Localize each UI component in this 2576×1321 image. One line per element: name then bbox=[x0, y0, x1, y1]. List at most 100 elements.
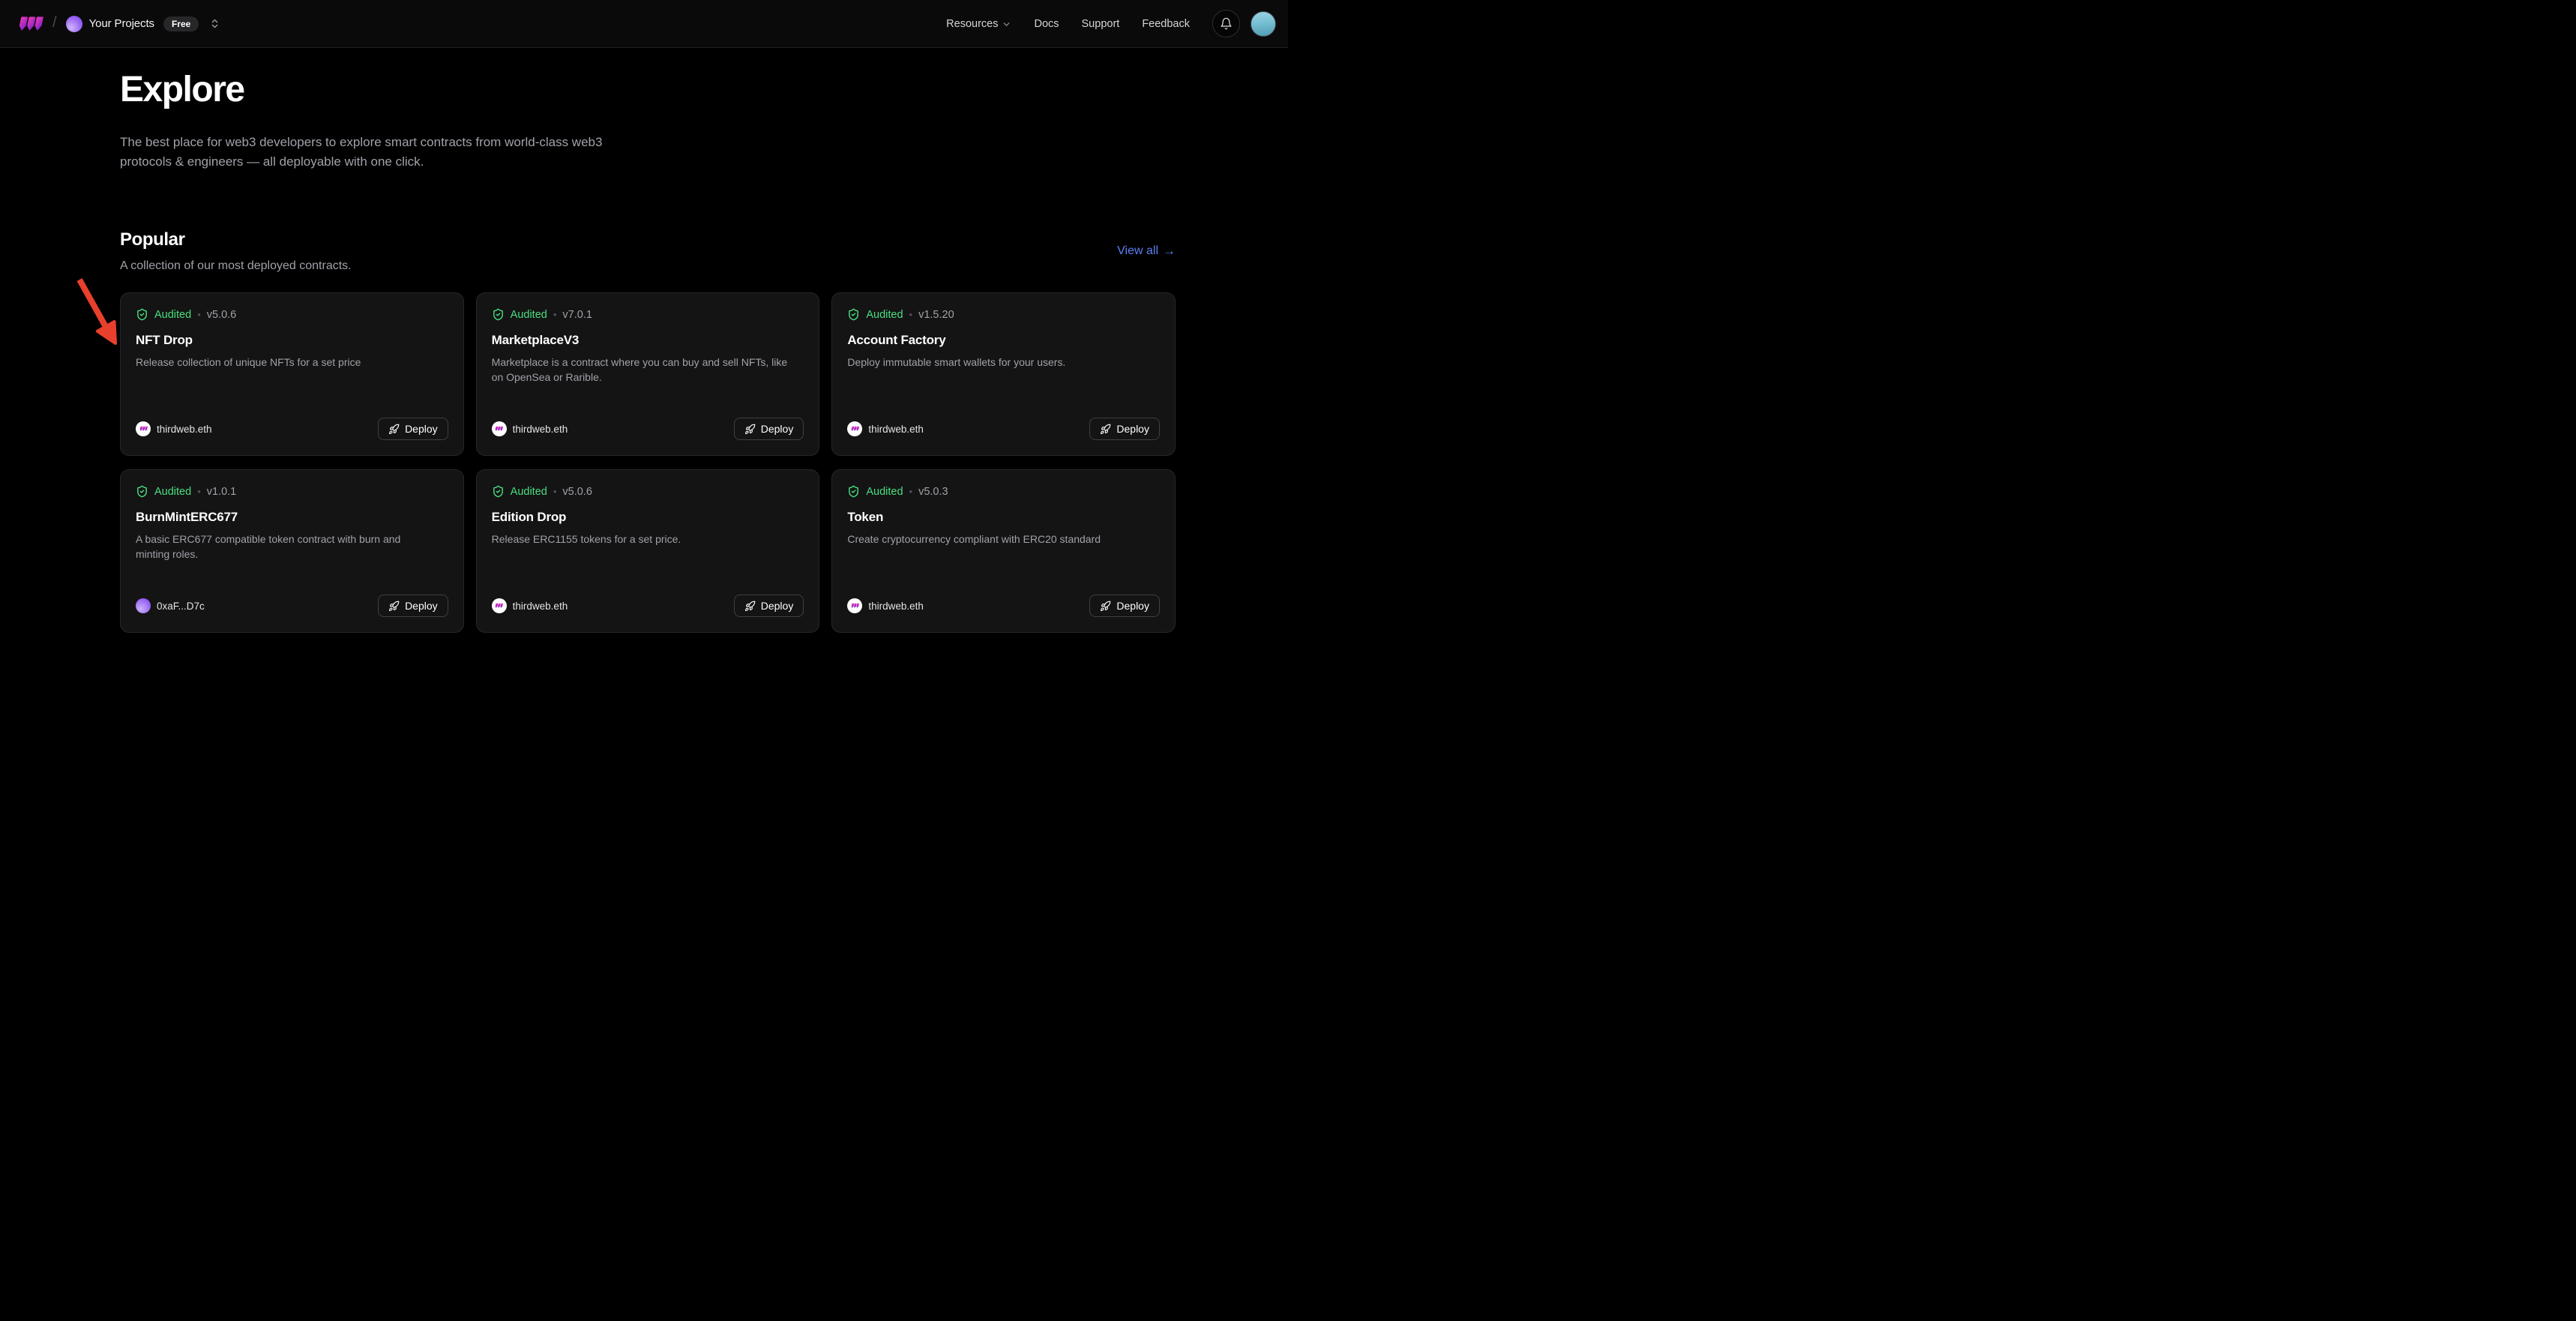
chevrons-up-down-icon bbox=[209, 18, 220, 29]
shield-check-icon bbox=[847, 485, 860, 498]
contract-description: Create cryptocurrency compliant with ERC… bbox=[847, 532, 1147, 547]
publisher-name: thirdweb.eth bbox=[868, 601, 924, 612]
account-avatar[interactable] bbox=[1251, 11, 1276, 37]
thirdweb-mini-logo-icon bbox=[851, 603, 859, 609]
contract-card[interactable]: Audited • v1.5.20 Account Factory Deploy… bbox=[831, 292, 1176, 456]
nav-link-label: Resources bbox=[946, 18, 998, 30]
nav-link-support[interactable]: Support bbox=[1082, 18, 1120, 30]
project-selector[interactable]: Your Projects bbox=[66, 16, 154, 32]
contract-title: BurnMintERC677 bbox=[136, 510, 448, 525]
project-switcher-button[interactable] bbox=[209, 18, 220, 29]
thirdweb-logo-icon bbox=[18, 16, 43, 32]
project-avatar bbox=[66, 16, 82, 32]
section-subtitle: A collection of our most deployed contra… bbox=[120, 259, 352, 273]
rocket-icon bbox=[388, 601, 400, 612]
contract-version: v5.0.3 bbox=[918, 486, 948, 498]
shield-check-icon bbox=[492, 485, 505, 498]
deploy-button[interactable]: Deploy bbox=[378, 595, 448, 617]
popular-section-header: Popular A collection of our most deploye… bbox=[120, 229, 1176, 273]
thirdweb-mini-logo-icon bbox=[495, 426, 503, 432]
rocket-icon bbox=[744, 424, 756, 435]
publisher-link[interactable]: thirdweb.eth bbox=[492, 421, 568, 436]
audited-badge: Audited bbox=[511, 486, 547, 498]
dot-separator: • bbox=[197, 486, 201, 497]
contract-title: Edition Drop bbox=[492, 510, 804, 525]
shield-check-icon bbox=[136, 308, 148, 321]
rocket-icon bbox=[388, 424, 400, 435]
nav-link-docs[interactable]: Docs bbox=[1034, 18, 1059, 30]
contract-description: A basic ERC677 compatible token contract… bbox=[136, 532, 436, 562]
contract-card[interactable]: Audited • v5.0.6 Edition Drop Release ER… bbox=[476, 469, 820, 633]
contract-title: Token bbox=[847, 510, 1160, 525]
publisher-name: 0xaF...D7c bbox=[157, 601, 205, 612]
publisher-name: thirdweb.eth bbox=[513, 424, 568, 435]
page-subtitle: The best place for web3 developers to ex… bbox=[120, 133, 641, 171]
publisher-link[interactable]: thirdweb.eth bbox=[847, 598, 924, 613]
top-nav: / Your Projects Free ResourcesDocsSuppor… bbox=[0, 0, 1288, 48]
deploy-button[interactable]: Deploy bbox=[1089, 595, 1160, 617]
publisher-avatar bbox=[847, 598, 862, 613]
shield-check-icon bbox=[492, 308, 505, 321]
shield-check-icon bbox=[136, 485, 148, 498]
deploy-label: Deploy bbox=[1116, 423, 1149, 435]
audited-badge: Audited bbox=[866, 486, 903, 498]
audited-badge: Audited bbox=[154, 486, 191, 498]
publisher-name: thirdweb.eth bbox=[513, 601, 568, 612]
publisher-avatar bbox=[492, 598, 507, 613]
nav-link-resources[interactable]: Resources bbox=[946, 18, 1011, 30]
page-title: Explore bbox=[120, 69, 1176, 110]
contract-version: v5.0.6 bbox=[207, 309, 237, 321]
publisher-link[interactable]: thirdweb.eth bbox=[847, 421, 924, 436]
nav-link-feedback[interactable]: Feedback bbox=[1142, 18, 1190, 30]
rocket-icon bbox=[1100, 601, 1111, 612]
chevron-down-icon bbox=[1002, 19, 1011, 29]
publisher-link[interactable]: 0xaF...D7c bbox=[136, 598, 205, 613]
contract-version: v1.0.1 bbox=[207, 486, 237, 498]
deploy-label: Deploy bbox=[405, 423, 438, 435]
audited-badge: Audited bbox=[511, 309, 547, 321]
contract-title: Account Factory bbox=[847, 333, 1160, 348]
deploy-button[interactable]: Deploy bbox=[378, 418, 448, 440]
dot-separator: • bbox=[909, 486, 913, 497]
publisher-link[interactable]: thirdweb.eth bbox=[136, 421, 212, 436]
contracts-grid: Audited • v5.0.6 NFT Drop Release collec… bbox=[120, 292, 1176, 633]
plan-badge: Free bbox=[163, 16, 199, 31]
contract-version: v7.0.1 bbox=[562, 309, 592, 321]
deploy-label: Deploy bbox=[1116, 600, 1149, 612]
nav-link-label: Docs bbox=[1034, 18, 1059, 30]
nav-link-label: Support bbox=[1082, 18, 1120, 30]
section-title: Popular bbox=[120, 229, 352, 250]
view-all-link[interactable]: View all → bbox=[1117, 244, 1176, 259]
contract-version: v1.5.20 bbox=[918, 309, 954, 321]
contract-description: Marketplace is a contract where you can … bbox=[492, 355, 792, 385]
rocket-icon bbox=[744, 601, 756, 612]
contract-card[interactable]: Audited • v5.0.3 Token Create cryptocurr… bbox=[831, 469, 1176, 633]
publisher-avatar bbox=[847, 421, 862, 436]
deploy-button[interactable]: Deploy bbox=[1089, 418, 1160, 440]
deploy-button[interactable]: Deploy bbox=[734, 418, 804, 440]
contract-description: Release ERC1155 tokens for a set price. bbox=[492, 532, 792, 547]
contract-card[interactable]: Audited • v1.0.1 BurnMintERC677 A basic … bbox=[120, 469, 464, 633]
deploy-button[interactable]: Deploy bbox=[734, 595, 804, 617]
publisher-name: thirdweb.eth bbox=[157, 424, 212, 435]
thirdweb-mini-logo-icon bbox=[495, 603, 503, 609]
contract-card[interactable]: Audited • v7.0.1 MarketplaceV3 Marketpla… bbox=[476, 292, 820, 456]
nav-link-label: Feedback bbox=[1142, 18, 1190, 30]
rocket-icon bbox=[1100, 424, 1111, 435]
thirdweb-mini-logo-icon bbox=[851, 426, 859, 432]
project-name: Your Projects bbox=[89, 17, 154, 30]
publisher-link[interactable]: thirdweb.eth bbox=[492, 598, 568, 613]
contract-description: Release collection of unique NFTs for a … bbox=[136, 355, 436, 370]
dot-separator: • bbox=[197, 309, 201, 320]
shield-check-icon bbox=[847, 308, 860, 321]
publisher-name: thirdweb.eth bbox=[868, 424, 924, 435]
contract-card[interactable]: Audited • v5.0.6 NFT Drop Release collec… bbox=[120, 292, 464, 456]
dot-separator: • bbox=[553, 309, 557, 320]
dot-separator: • bbox=[909, 309, 913, 320]
notifications-button[interactable] bbox=[1212, 10, 1240, 37]
publisher-avatar bbox=[136, 598, 151, 613]
thirdweb-logo[interactable] bbox=[18, 16, 43, 32]
thirdweb-mini-logo-icon bbox=[139, 426, 148, 432]
deploy-label: Deploy bbox=[761, 600, 794, 612]
publisher-avatar bbox=[136, 421, 151, 436]
